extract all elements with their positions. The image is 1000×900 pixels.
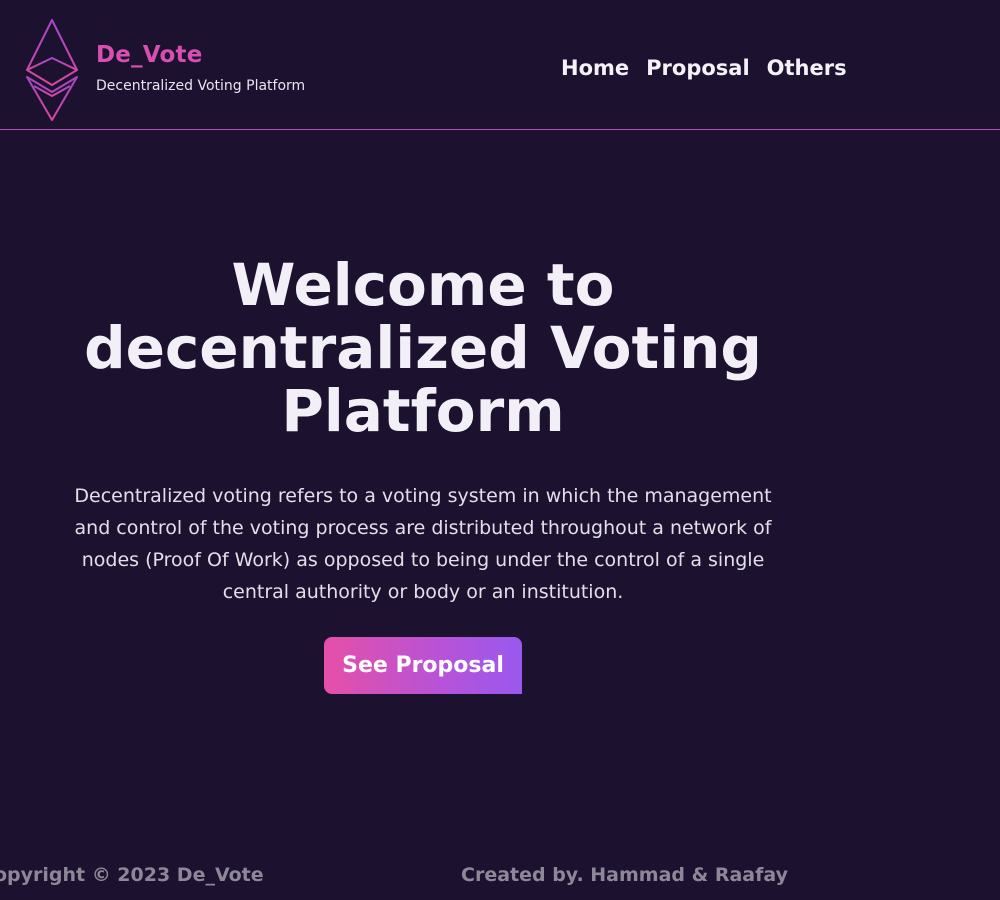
footer-credits: Created by. Hammad & Raafay xyxy=(461,864,788,886)
header: De_Vote Decentralized Voting Platform Ho… xyxy=(0,0,1000,130)
brand-tagline: Decentralized Voting Platform xyxy=(96,78,306,94)
main-nav: Home Proposal Others xyxy=(561,56,847,80)
hero-description: Decentralized voting refers to a voting … xyxy=(74,485,772,603)
hero-title-line-2: decentralized Voting xyxy=(84,314,762,382)
see-proposal-button[interactable]: See Proposal xyxy=(324,637,522,694)
nav-home-link[interactable]: Home xyxy=(561,56,629,80)
brand-name: De_Vote xyxy=(96,42,203,68)
nav-others-link[interactable]: Others xyxy=(767,56,847,80)
footer-copyright: Copyright © 2023 De_Vote xyxy=(0,864,264,886)
hero-title: Welcome to decentralized Voting Platform xyxy=(62,254,784,443)
nav-proposal-link[interactable]: Proposal xyxy=(646,56,750,80)
hero-title-line-3: Platform xyxy=(281,377,565,445)
page: De_Vote Decentralized Voting Platform Ho… xyxy=(0,0,1000,900)
ethereum-diamond-icon[interactable] xyxy=(24,18,80,122)
hero-title-line-1: Welcome to xyxy=(231,251,615,319)
